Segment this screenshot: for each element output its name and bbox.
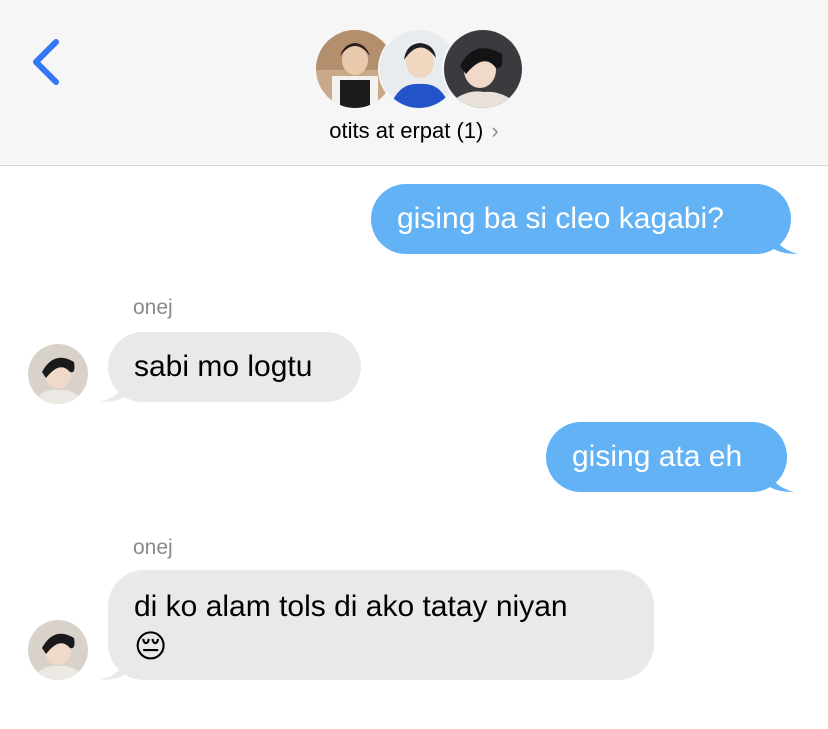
chevron-right-icon: › bbox=[491, 118, 499, 143]
sender-name: onej bbox=[133, 536, 173, 559]
message-text: di ko alam tols di ako tatay niyan bbox=[134, 590, 568, 623]
back-button[interactable] bbox=[22, 30, 72, 94]
group-avatars[interactable] bbox=[314, 28, 524, 110]
message-text: gising ata eh bbox=[572, 440, 743, 473]
message-text: gising ba si cleo kagabi? bbox=[397, 202, 724, 235]
bubble-tail bbox=[766, 464, 794, 492]
group-name-label: otits at erpat (1) bbox=[329, 118, 484, 143]
message-bubble-outgoing[interactable]: gising ata eh bbox=[546, 422, 787, 492]
bubble-tail bbox=[100, 652, 128, 680]
avatar[interactable] bbox=[28, 620, 88, 680]
pensive-face-emoji-icon: 😔 bbox=[134, 628, 168, 664]
sender-name: onej bbox=[133, 296, 173, 319]
avatar[interactable] bbox=[28, 344, 88, 404]
conversation-header: otits at erpat (1) › bbox=[0, 0, 828, 166]
bubble-tail bbox=[100, 374, 128, 402]
chevron-left-icon bbox=[33, 39, 59, 85]
avatar bbox=[442, 28, 524, 110]
message-bubble-incoming[interactable]: di ko alam tols di ako tatay niyan 😔 bbox=[108, 570, 654, 680]
message-bubble-outgoing[interactable]: gising ba si cleo kagabi? bbox=[371, 184, 791, 254]
group-name[interactable]: otits at erpat (1) › bbox=[0, 118, 828, 144]
bubble-tail bbox=[770, 226, 798, 254]
message-bubble-incoming[interactable]: sabi mo logtu bbox=[108, 332, 361, 402]
message-text: sabi mo logtu bbox=[134, 350, 313, 383]
